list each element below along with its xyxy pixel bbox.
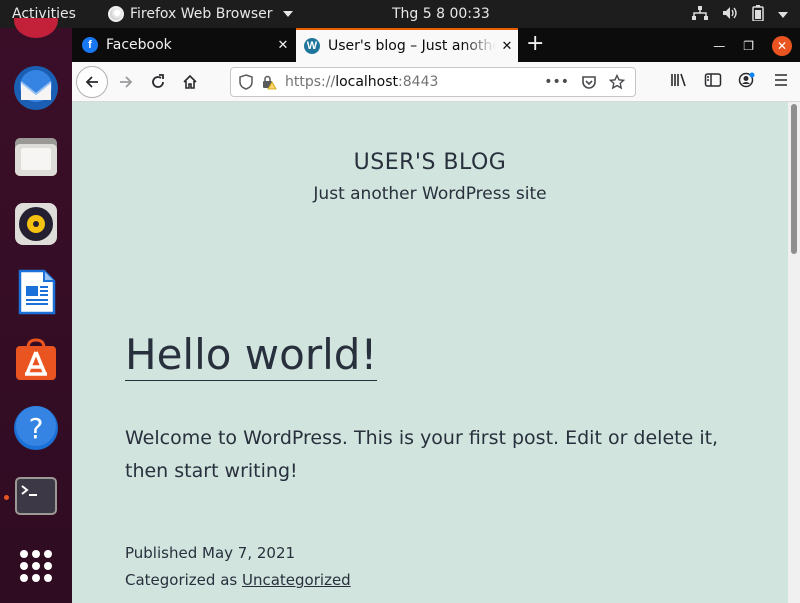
power-menu-icon	[778, 7, 788, 23]
post-meta: Published May 7, 2021 Categorized as Unc…	[125, 540, 351, 594]
scrollbar-thumb[interactable]	[791, 104, 797, 254]
tab-title: User's blog – Just another WordPress sit…	[328, 38, 496, 54]
reload-button[interactable]	[144, 68, 172, 96]
site-description: Just another WordPress site	[313, 184, 547, 204]
page-viewport: USER'S BLOG Just another WordPress site …	[72, 102, 788, 603]
page-actions: •••	[544, 74, 625, 90]
tab-facebook[interactable]: f Facebook ✕	[74, 28, 294, 62]
close-icon[interactable]: ✕	[496, 39, 518, 54]
arrow-left-icon	[85, 76, 98, 88]
maximize-icon[interactable]: ❐	[743, 39, 754, 53]
account-icon[interactable]	[738, 72, 756, 88]
libreoffice-writer-icon[interactable]	[12, 268, 60, 316]
firefox-icon	[108, 6, 124, 22]
page-scrollbar[interactable]	[788, 102, 800, 603]
ubuntu-dock: ?	[0, 2, 72, 603]
window-controls: — ❐ ✕	[713, 36, 792, 56]
dock-partial-app-icon[interactable]	[12, 2, 60, 42]
app-menu[interactable]: Firefox Web Browser	[108, 6, 293, 22]
show-applications-icon[interactable]	[12, 542, 60, 590]
library-icon[interactable]	[670, 72, 688, 88]
arrow-right-icon	[120, 76, 133, 88]
volume-icon	[722, 6, 738, 24]
clock[interactable]: Thg 5 8 00:33	[392, 6, 490, 22]
terminal-icon[interactable]	[12, 472, 60, 520]
tab-title: Facebook	[106, 37, 172, 53]
insecure-lock-icon	[263, 75, 277, 90]
published-line: Published May 7, 2021	[125, 540, 351, 567]
svg-text:?: ?	[29, 412, 44, 445]
facebook-icon: f	[82, 37, 98, 53]
tracking-shield-icon	[239, 74, 253, 90]
category-label: Categorized as	[125, 571, 238, 589]
url-text[interactable]: https://localhost:8443	[285, 74, 544, 90]
category-link[interactable]: Uncategorized	[242, 571, 351, 589]
site-identity[interactable]	[239, 74, 277, 90]
navigation-toolbar: https://localhost:8443 •••	[72, 62, 800, 102]
rhythmbox-icon[interactable]	[12, 200, 60, 248]
running-indicator	[4, 495, 9, 500]
wordpress-icon: W	[304, 38, 320, 54]
site-title[interactable]: USER'S BLOG	[72, 150, 788, 175]
app-menu-label: Firefox Web Browser	[130, 6, 273, 22]
url-bar[interactable]: https://localhost:8443 •••	[230, 67, 636, 97]
url-port: :8443	[398, 74, 439, 90]
published-date: May 7, 2021	[202, 544, 296, 562]
minimize-icon[interactable]: —	[713, 39, 725, 53]
home-button[interactable]	[176, 68, 204, 96]
network-icon	[692, 6, 708, 24]
gnome-top-bar: Activities Firefox Web Browser Thg 5 8 0…	[0, 0, 800, 28]
url-host: localhost	[335, 74, 399, 90]
post-body: Welcome to WordPress. This is your first…	[125, 427, 719, 482]
category-line: Categorized as Uncategorized	[125, 567, 351, 594]
software-center-icon[interactable]	[12, 336, 60, 384]
url-scheme: https://	[285, 74, 336, 90]
post-title-link[interactable]: Hello world!	[125, 330, 378, 381]
forward-button[interactable]	[112, 68, 140, 96]
sidebar-icon[interactable]	[704, 72, 722, 88]
window-close-icon[interactable]: ✕	[772, 36, 792, 56]
toolbar-right-buttons	[670, 72, 790, 88]
page-actions-menu-icon[interactable]: •••	[544, 74, 569, 90]
battery-icon	[752, 5, 764, 25]
home-icon	[183, 74, 197, 89]
system-tray[interactable]	[692, 5, 788, 25]
help-icon[interactable]: ?	[12, 404, 60, 452]
chevron-down-icon	[282, 11, 293, 17]
files-icon[interactable]	[12, 132, 60, 180]
tab-users-blog[interactable]: W User's blog – Just another WordPress s…	[296, 28, 518, 62]
new-tab-button[interactable]: +	[526, 32, 544, 56]
tab-bar: f Facebook ✕ W User's blog – Just anothe…	[72, 28, 800, 62]
thunderbird-icon[interactable]	[12, 64, 60, 112]
hamburger-menu-icon[interactable]	[772, 72, 790, 88]
bookmark-star-icon[interactable]	[609, 74, 625, 90]
close-icon[interactable]: ✕	[272, 38, 294, 53]
reload-icon	[152, 74, 164, 88]
back-button[interactable]	[76, 66, 108, 98]
pocket-icon[interactable]	[581, 74, 597, 90]
published-label: Published	[125, 544, 198, 562]
